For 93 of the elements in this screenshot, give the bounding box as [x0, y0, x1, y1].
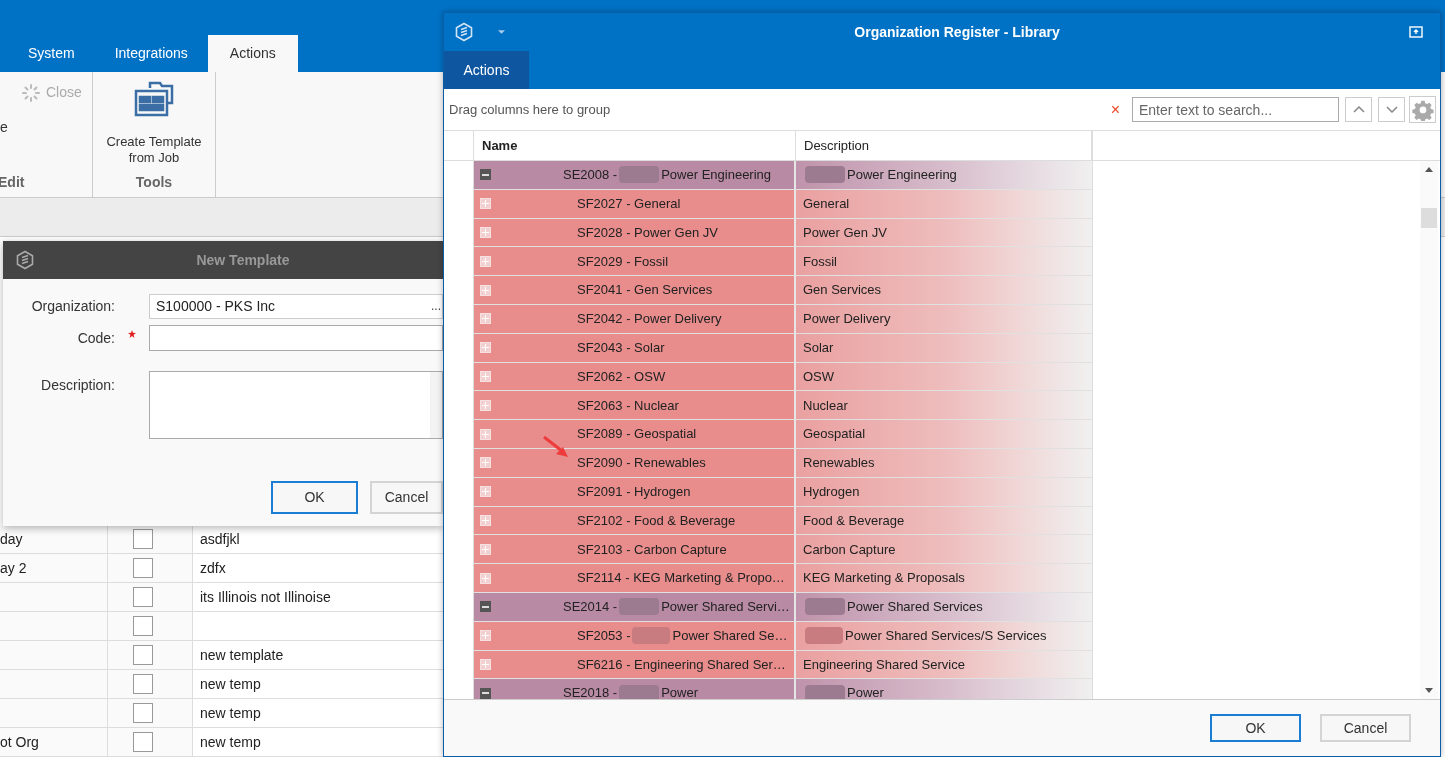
description-text: Nuclear [803, 396, 848, 415]
clear-search-button[interactable]: × [1110, 97, 1120, 122]
description-text: Geospatial [803, 425, 866, 444]
group-label: Tools [134, 173, 174, 192]
name-cell[interactable]: SF2042 - Power Delivery [474, 305, 796, 333]
name-text: SF2102 - Food & Beverage [577, 511, 736, 530]
name-cell[interactable]: SE2018 - Power [474, 679, 796, 699]
name-cell[interactable]: SF2103 - Carbon Capture [474, 535, 796, 564]
description-text: Food & Beverage [803, 511, 905, 530]
name-text: SF6216 - Engineering Shared Ser… [577, 655, 786, 674]
name-text: SF2089 - Geospatial [577, 425, 697, 444]
cancel-button[interactable]: Cancel [370, 481, 443, 514]
field-label: Code: [76, 328, 115, 348]
description-text: Gen Services [803, 281, 882, 300]
ribbon-tab[interactable]: Integrations [94, 35, 208, 72]
code-text: SE2018 - [563, 684, 618, 699]
button-label: e [0, 118, 8, 137]
name-cell[interactable]: SF2091 - Hydrogen [474, 477, 796, 506]
field-label: Description: [40, 376, 115, 395]
field-label: Organization: [30, 296, 115, 316]
description-text: Power Delivery [803, 310, 891, 329]
group-hint: Drag columns here to group [449, 100, 612, 119]
description-text: Hydrogen [803, 482, 860, 501]
name-text: SF2063 - Nuclear [577, 396, 679, 415]
name-text: SF2103 - Carbon Capture [577, 540, 727, 559]
description-text: Solar [803, 338, 834, 357]
window-title: Organization Register - Library [853, 22, 1061, 42]
actions-tab[interactable]: Actions [444, 51, 529, 89]
table-cell-text: new template [200, 645, 284, 665]
description-text: Power [847, 684, 884, 699]
name-cell[interactable]: SF2029 - Fossil [474, 247, 796, 276]
name-text: Power [661, 684, 699, 699]
name-text: SF2114 - KEG Marketing & Propo… [577, 569, 785, 588]
ok-button[interactable]: OK [271, 481, 358, 514]
name-cell[interactable]: SF2043 - Solar [474, 333, 796, 362]
name-cell[interactable]: SE2014 - Power Shared Servi… [474, 592, 796, 621]
description-text: OSW [803, 367, 835, 386]
code-text: SE2014 - [563, 598, 618, 617]
name-cell[interactable]: SF2089 - Geospatial [474, 420, 796, 448]
table-cell-text: zdfx [200, 558, 226, 578]
name-cell[interactable]: SF2114 - KEG Marketing & Propo… [474, 564, 796, 592]
ribbon-tab[interactable]: System [8, 35, 95, 72]
name-text: SF2062 - OSW [577, 367, 666, 386]
name-text: SF2090 - Renewables [577, 454, 706, 473]
description-text: General [803, 194, 850, 213]
create-template-button[interactable]: Create Template from Job [101, 80, 207, 166]
name-cell[interactable]: SF2062 - OSW [474, 362, 796, 391]
table-cell-text: new temp [200, 732, 261, 752]
name-cell[interactable]: SF2090 - Renewables [474, 448, 796, 477]
cancel-button[interactable]: Cancel [1320, 714, 1411, 742]
table-cell-text: new temp [200, 674, 261, 694]
name-text: SF2043 - Solar [577, 338, 665, 357]
search-field[interactable]: Enter text to search... [1132, 97, 1339, 122]
description-text: Power Gen JV [803, 223, 887, 242]
description-text: Carbon Capture [803, 540, 896, 559]
description-text: Fossil [803, 252, 837, 271]
ok-button[interactable]: OK [1210, 714, 1301, 742]
name-text: SF2042 - Power Delivery [577, 310, 722, 329]
name-text: Power Shared Se… [672, 626, 788, 645]
name-cell[interactable]: SF2027 - General [474, 189, 796, 218]
column-header[interactable]: Description [796, 131, 1092, 160]
code-text: SE2008 - [563, 166, 618, 185]
name-cell[interactable]: SF2028 - Power Gen JV [474, 218, 796, 247]
table-cell-text: its Illinois not Illinoise [200, 587, 331, 607]
table-cell-text: new temp [200, 703, 261, 723]
name-text: Power Engineering [661, 166, 772, 185]
name-cell[interactable]: SF2063 - Nuclear [474, 391, 796, 420]
description-text: Power Engineering [847, 166, 957, 185]
description-text: KEG Marketing & Proposals [803, 569, 965, 588]
description-text: Power Shared Services/S Services [845, 626, 1047, 645]
name-text: SF2028 - Power Gen JV [577, 223, 718, 242]
table-cell: ot Org [0, 728, 108, 756]
name-text: SF2091 - Hydrogen [577, 482, 691, 501]
name-cell[interactable]: SE2008 - Power Engineering [474, 161, 796, 189]
name-cell[interactable]: SF2041 - Gen Services [474, 276, 796, 304]
description-text: Power Shared Services [847, 598, 983, 617]
ribbon-tab[interactable]: Actions [207, 35, 298, 72]
dialog-title: New Template [195, 250, 291, 270]
column-header[interactable]: Name [474, 131, 796, 160]
description-text: Engineering Shared Service [803, 655, 965, 674]
name-text: SF2029 - Fossil [577, 252, 669, 271]
table-cell: ay 2 [0, 554, 108, 582]
name-text: Power Shared Servi… [661, 598, 790, 617]
name-text: SF2041 - Gen Services [577, 281, 713, 300]
name-cell[interactable]: SF6216 - Engineering Shared Ser… [474, 650, 796, 679]
table-cell: day [0, 525, 108, 553]
organization-field[interactable]: S100000 - PKS Inc ... [149, 293, 443, 319]
name-cell[interactable]: SF2102 - Food & Beverage [474, 506, 796, 535]
name-cell[interactable]: SF2053 - Power Shared Se… [474, 621, 796, 650]
table-cell-text: asdfjkl [200, 529, 240, 549]
name-text: SF2027 - General [577, 194, 681, 213]
description-text: Renewables [803, 454, 875, 473]
code-text: SF2053 - [577, 626, 631, 645]
